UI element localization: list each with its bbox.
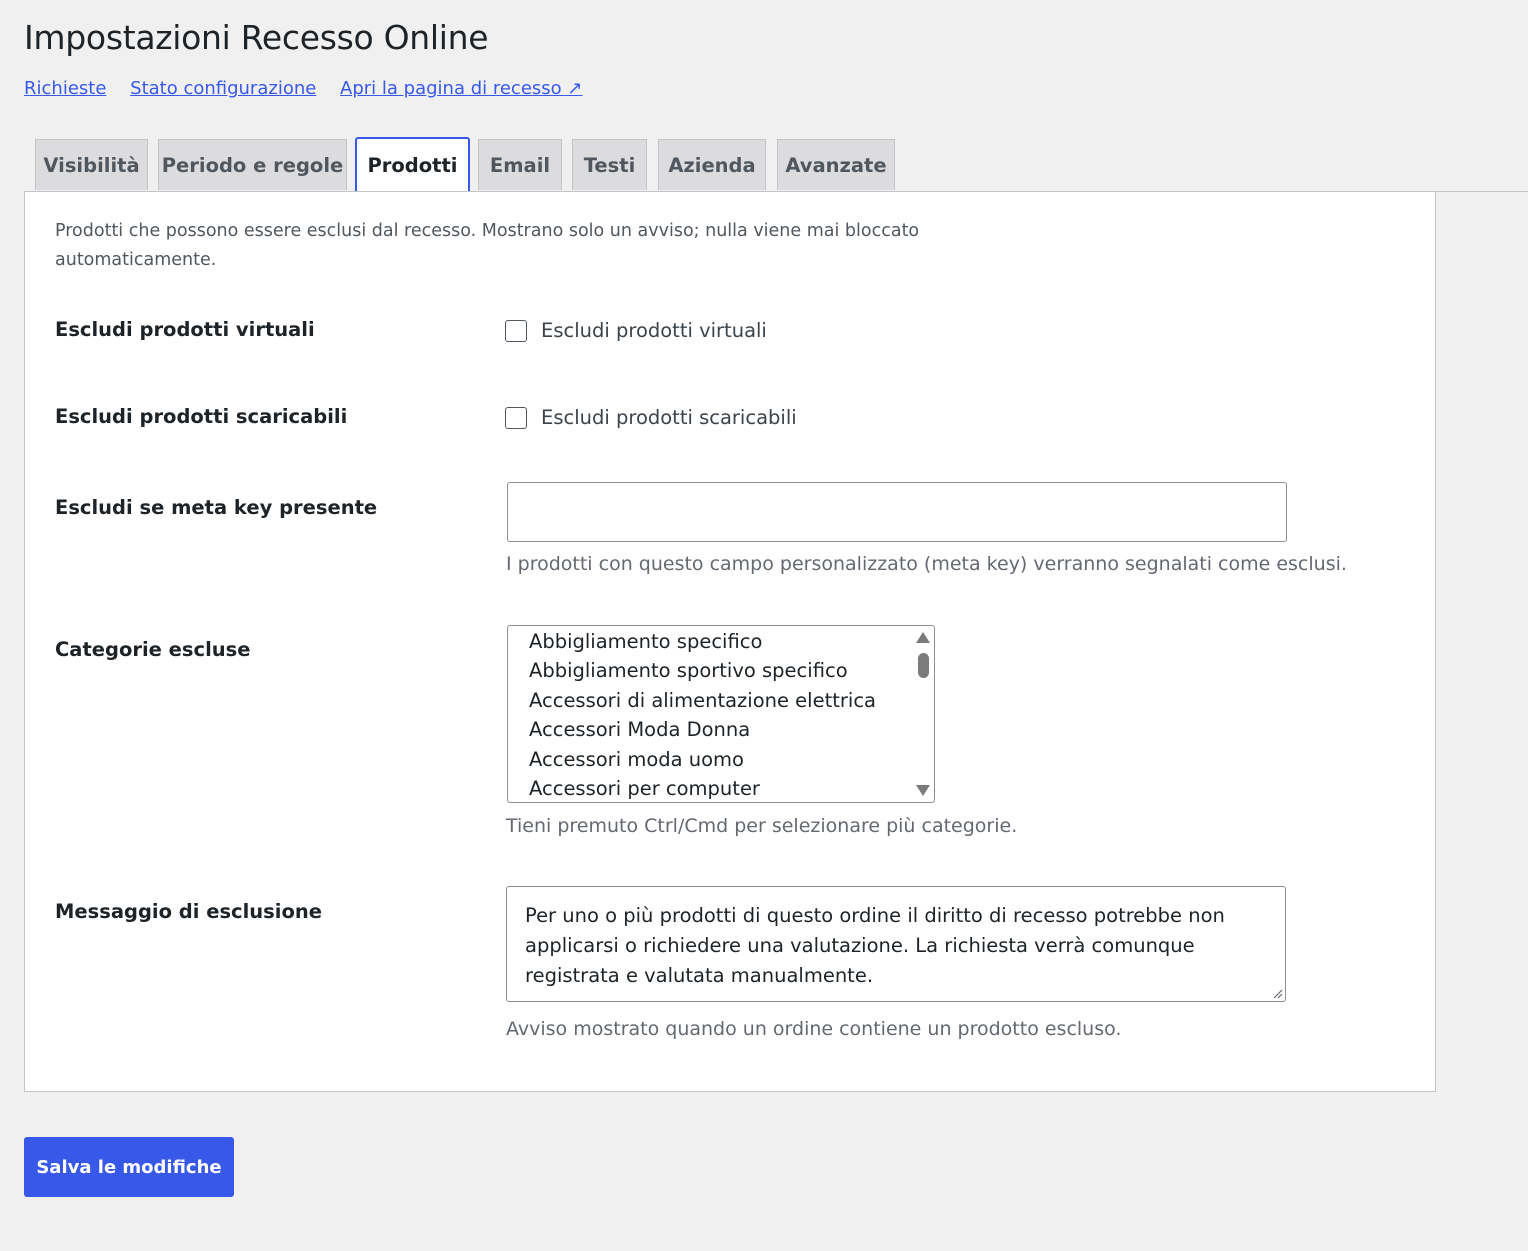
virtual-products-label: Escludi prodotti virtuali xyxy=(55,318,315,341)
excluded-categories-select[interactable]: Abbigliamento specifico Abbigliamento sp… xyxy=(507,625,935,803)
tab-email[interactable]: Email xyxy=(478,139,562,190)
categories-help: Tieni premuto Ctrl/Cmd per selezionare p… xyxy=(506,815,1018,837)
category-option[interactable]: Abbigliamento specifico xyxy=(529,630,762,653)
virtual-products-checkbox[interactable] xyxy=(505,319,527,342)
downloadable-products-checkbox-label[interactable]: Escludi prodotti scaricabili xyxy=(541,406,797,429)
tab-avanzate[interactable]: Avanzate xyxy=(777,139,895,190)
panel-intro: Prodotti che possono essere esclusi dal … xyxy=(55,221,920,270)
tab-prodotti[interactable]: Prodotti xyxy=(355,137,470,194)
settings-panel: Prodotti che possono essere esclusi dal … xyxy=(24,191,1436,1092)
virtual-products-option[interactable]: Escludi prodotti virtuali xyxy=(505,319,767,342)
meta-key-label: Escludi se meta key presente xyxy=(55,496,378,519)
excluded-categories-label: Categorie escluse xyxy=(55,638,251,661)
meta-key-input[interactable] xyxy=(507,482,1287,542)
config-status-link[interactable]: Stato configurazione xyxy=(130,78,316,99)
requests-link[interactable]: Richieste xyxy=(24,78,106,99)
exclusion-message-label: Messaggio di esclusione xyxy=(55,900,322,923)
scrollbar-thumb[interactable] xyxy=(918,653,929,678)
downloadable-products-option[interactable]: Escludi prodotti scaricabili xyxy=(505,406,797,429)
page-title: Impostazioni Recesso Online xyxy=(24,18,489,57)
category-option[interactable]: Accessori per computer xyxy=(529,777,760,800)
virtual-products-checkbox-label[interactable]: Escludi prodotti virtuali xyxy=(541,319,767,342)
downloadable-products-checkbox[interactable] xyxy=(505,406,527,429)
scroll-up-arrow-icon[interactable] xyxy=(916,632,930,643)
resize-handle-icon[interactable] xyxy=(1271,987,1283,999)
category-option[interactable]: Accessori Moda Donna xyxy=(529,718,750,741)
category-option[interactable]: Accessori moda uomo xyxy=(529,748,744,771)
exclusion-message-textarea[interactable]: Per uno o più prodotti di questo ordine … xyxy=(506,886,1286,1002)
open-withdrawal-page-link[interactable]: Apri la pagina di recesso ↗ xyxy=(340,78,582,99)
save-changes-button[interactable]: Salva le modifiche xyxy=(24,1137,234,1197)
category-option[interactable]: Accessori di alimentazione elettrica xyxy=(529,689,876,712)
meta-key-help: I prodotti con questo campo personalizza… xyxy=(506,553,1347,575)
exclusion-message-text: Per uno o più prodotti di questo ordine … xyxy=(525,904,1225,987)
downloadable-products-label: Escludi prodotti scaricabili xyxy=(55,405,348,428)
top-links: Richieste Stato configurazione Apri la p… xyxy=(24,78,600,99)
exclusion-message-help: Avviso mostrato quando un ordine contien… xyxy=(506,1018,1122,1040)
category-option[interactable]: Abbigliamento sportivo specifico xyxy=(529,659,848,682)
tab-visibilita[interactable]: Visibilità xyxy=(35,139,148,190)
tab-azienda[interactable]: Azienda xyxy=(658,139,766,190)
tab-baseline xyxy=(1435,191,1528,192)
tab-periodo-e-regole[interactable]: Periodo e regole xyxy=(158,139,347,190)
tab-testi[interactable]: Testi xyxy=(572,139,647,190)
scroll-down-arrow-icon[interactable] xyxy=(916,785,930,796)
